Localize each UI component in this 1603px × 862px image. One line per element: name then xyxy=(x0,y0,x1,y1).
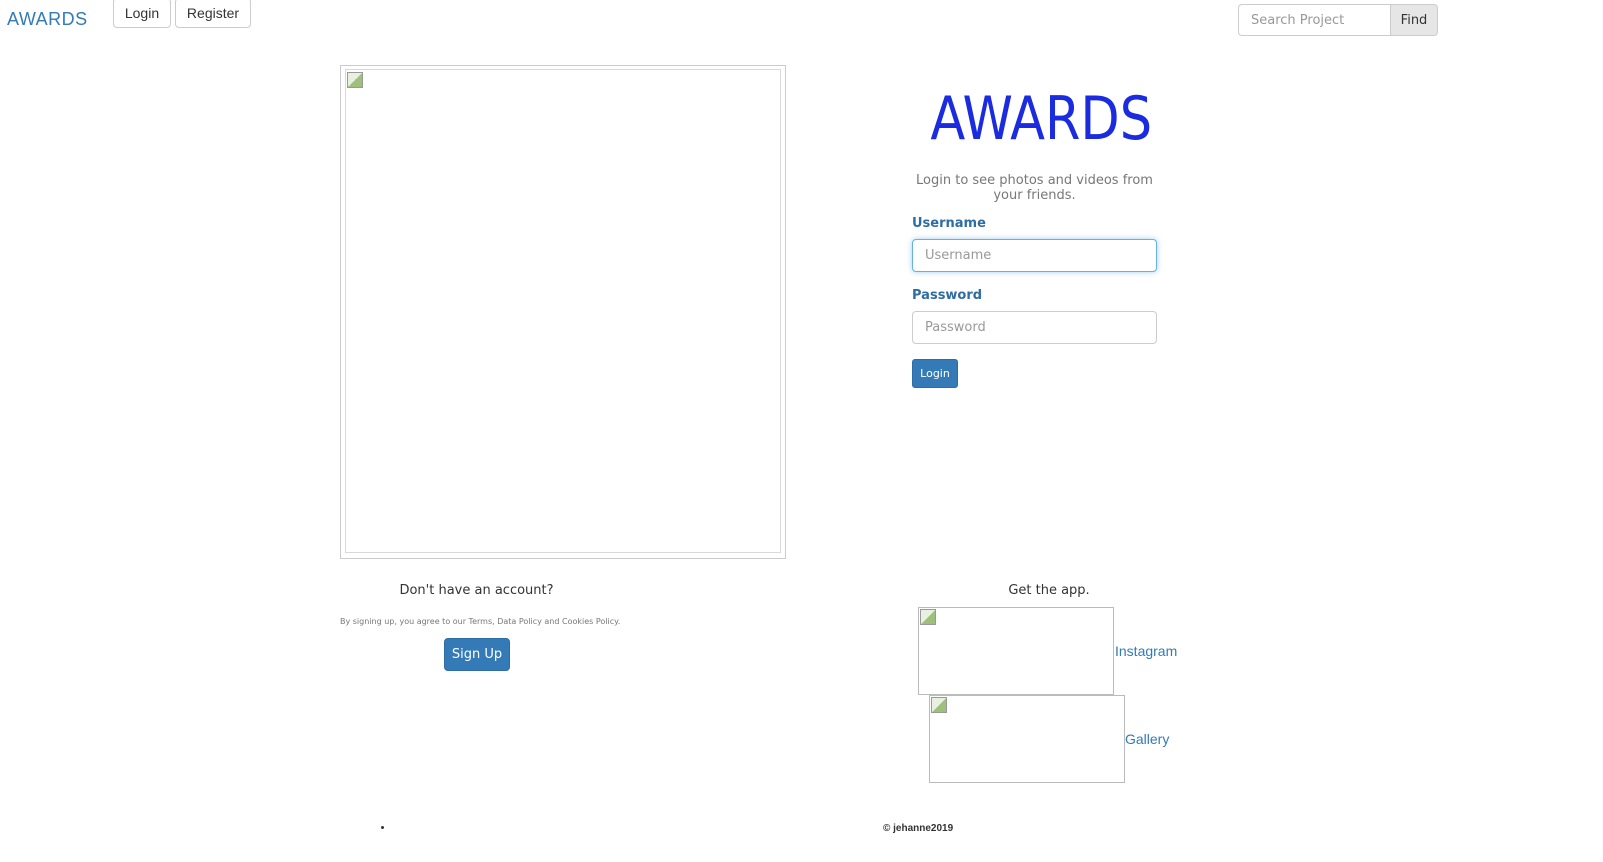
nav-login-button[interactable]: Login xyxy=(113,0,171,28)
broken-image-icon xyxy=(920,609,936,625)
footer-bullet xyxy=(381,826,384,829)
hero-image xyxy=(345,69,781,553)
broken-image-icon xyxy=(931,697,947,713)
instagram-image[interactable] xyxy=(918,607,1114,695)
login-submit-button[interactable]: Login xyxy=(912,359,958,388)
get-app-heading: Get the app. xyxy=(1008,583,1090,598)
signup-terms: By signing up, you agree to our Terms, D… xyxy=(340,617,621,626)
password-label: Password xyxy=(912,288,983,303)
find-button[interactable]: Find xyxy=(1390,4,1438,36)
search-input[interactable] xyxy=(1238,4,1391,36)
footer-copyright: © jehanne2019 xyxy=(883,823,954,834)
gallery-link[interactable]: Gallery xyxy=(1125,731,1169,747)
password-field[interactable] xyxy=(912,311,1157,344)
signup-button[interactable]: Sign Up xyxy=(444,638,510,671)
no-account-prompt: Don't have an account? xyxy=(399,583,554,598)
login-title: AWARDS xyxy=(930,84,1153,154)
gallery-image[interactable] xyxy=(929,695,1125,783)
username-field[interactable] xyxy=(912,239,1157,272)
nav-register-button[interactable]: Register xyxy=(175,0,251,28)
broken-image-icon xyxy=(347,72,363,88)
instagram-link[interactable]: Instagram xyxy=(1115,643,1177,659)
navbar-brand[interactable]: AWARDS xyxy=(7,9,88,30)
login-subtitle: Login to see photos and videos from your… xyxy=(916,173,1153,203)
username-label: Username xyxy=(912,216,986,231)
